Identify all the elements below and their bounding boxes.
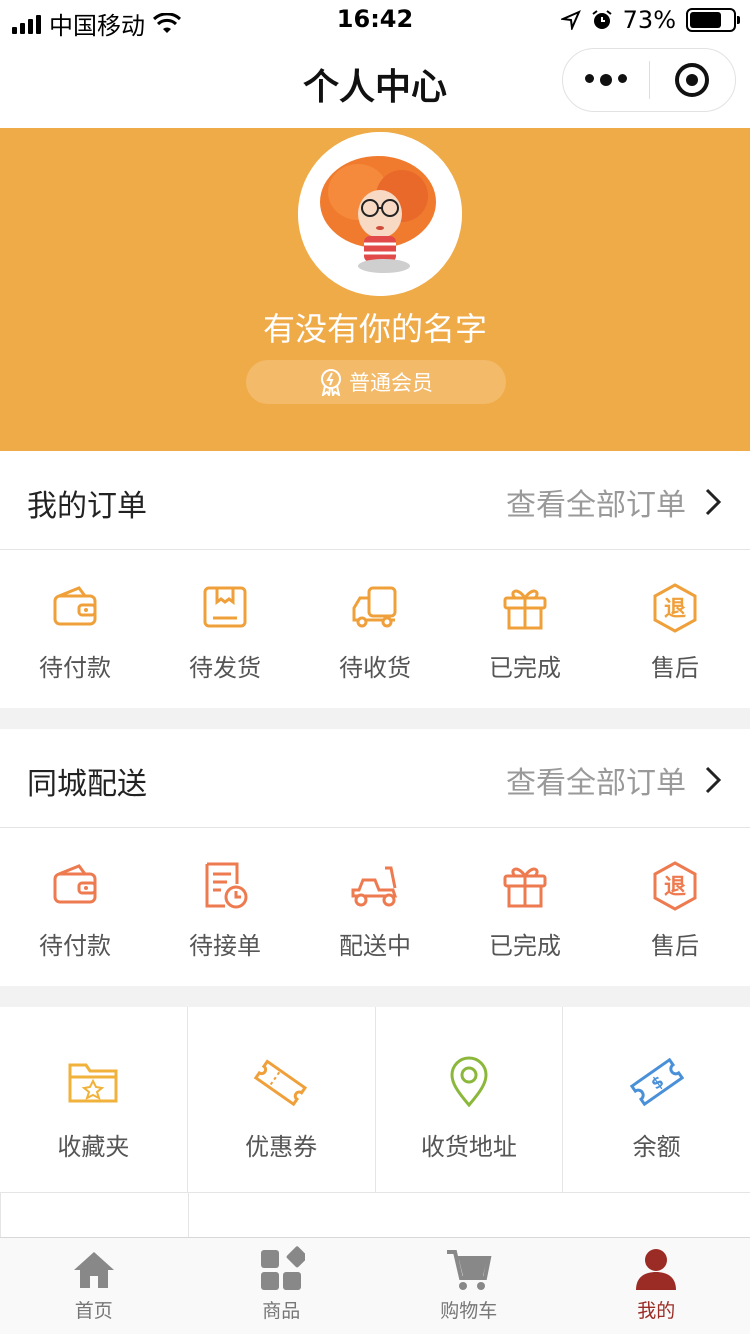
favorites-entry[interactable]: 收藏夹 [0, 1007, 188, 1192]
alarm-icon [592, 10, 612, 29]
service-label: 收藏夹 [57, 1133, 130, 1161]
user-icon [636, 1249, 677, 1290]
service-label: 优惠券 [245, 1133, 318, 1161]
target-icon [675, 63, 710, 97]
status-label: 待付款 [39, 932, 111, 960]
products-icon [261, 1246, 306, 1290]
medal-icon [321, 369, 341, 396]
chevron-right-icon [705, 766, 722, 794]
avatar[interactable] [298, 132, 462, 296]
tab-label: 购物车 [440, 1300, 498, 1322]
local-delivery-section: 同城配送 查看全部订单 待付款 待接单 配送中 已完成 退 售后 [0, 729, 750, 986]
order-pending-payment[interactable]: 待付款 [0, 550, 150, 708]
tab-home[interactable]: 首页 [0, 1238, 188, 1334]
service-label: 收货地址 [420, 1133, 517, 1161]
my-orders-section: 我的订单 查看全部订单 待付款 待发货 待收货 已完成 退 售后 [0, 451, 750, 708]
view-all-orders-link[interactable]: 查看全部订单 [506, 480, 722, 524]
delivery-pending-accept[interactable]: 待接单 [150, 828, 300, 986]
services-row-2 [0, 1193, 750, 1237]
order-after-sales[interactable]: 退 售后 [600, 550, 750, 708]
location-arrow-icon [560, 10, 581, 30]
package-icon [203, 586, 247, 628]
local-delivery-title: 同城配送 [27, 767, 147, 802]
view-all-delivery-orders-link[interactable]: 查看全部订单 [506, 758, 722, 802]
order-status-row: 待付款 待发货 待收货 已完成 退 售后 [0, 550, 750, 708]
coupons-entry[interactable]: 优惠券 [188, 1007, 376, 1192]
status-label: 待收货 [339, 654, 411, 682]
delivery-in-progress[interactable]: 配送中 [300, 828, 450, 986]
delivery-status-row: 待付款 待接单 配送中 已完成 退 售后 [0, 828, 750, 986]
status-label: 已完成 [489, 932, 561, 960]
avatar-illustration [298, 132, 462, 296]
shipping-address-entry[interactable]: 收货地址 [376, 1007, 564, 1192]
service-label: 余额 [632, 1133, 681, 1161]
favorites-folder-icon [68, 1063, 118, 1103]
view-all-orders-label: 查看全部订单 [506, 488, 686, 523]
delivery-after-sales[interactable]: 退 售后 [600, 828, 750, 986]
services-grid: 收藏夹 优惠券 收货地址 $ 余额 [0, 1007, 750, 1237]
tab-label: 商品 [262, 1300, 301, 1322]
scooter-icon [351, 866, 398, 907]
tab-bar: 首页 商品 购物车 我的 [0, 1237, 750, 1334]
location-pin-icon [450, 1056, 488, 1108]
gift-icon [503, 589, 547, 630]
status-label: 售后 [651, 654, 699, 682]
cart-icon [446, 1250, 492, 1290]
status-bar: 中国移动 16:42 73% [0, 0, 750, 40]
status-right: 73% [560, 6, 740, 34]
nav-bar: 个人中心 [0, 40, 750, 128]
local-delivery-header: 同城配送 查看全部订单 [0, 729, 750, 828]
order-completed[interactable]: 已完成 [450, 550, 600, 708]
services-row: 收藏夹 优惠券 收货地址 $ 余额 [0, 1007, 750, 1193]
member-level-badge[interactable]: 普通会员 [246, 360, 506, 404]
mini-program-capsule [562, 48, 736, 112]
home-icon [73, 1252, 114, 1288]
chevron-right-icon [705, 488, 722, 516]
receipt-clock-icon [205, 862, 248, 909]
refund-icon: 退 [653, 583, 697, 633]
wallet-icon [53, 586, 97, 626]
my-orders-title: 我的订单 [27, 489, 147, 524]
more-menu-button[interactable] [563, 74, 649, 86]
profile-header: 有没有你的名字 普通会员 [0, 128, 750, 451]
gift-icon [503, 867, 547, 908]
delivery-completed[interactable]: 已完成 [450, 828, 600, 986]
svg-text:退: 退 [664, 597, 686, 622]
tab-label: 我的 [637, 1300, 676, 1322]
truck-icon [352, 586, 397, 628]
status-label: 配送中 [339, 932, 411, 960]
empty-grid-cell [0, 1193, 189, 1237]
balance-entry[interactable]: $ 余额 [563, 1007, 750, 1192]
status-label: 待发货 [189, 654, 261, 682]
coupon-icon [254, 1059, 308, 1107]
tab-cart[interactable]: 购物车 [375, 1238, 563, 1334]
tab-products[interactable]: 商品 [188, 1238, 376, 1334]
wallet-icon [53, 864, 97, 904]
battery-icon [686, 8, 740, 32]
view-all-delivery-label: 查看全部订单 [506, 766, 686, 801]
status-label: 售后 [651, 932, 699, 960]
refund-icon: 退 [653, 861, 697, 911]
battery-fill [690, 12, 721, 28]
svg-text:退: 退 [664, 875, 686, 900]
tab-label: 首页 [74, 1300, 113, 1322]
member-level-label: 普通会员 [349, 371, 433, 395]
status-label: 待接单 [189, 932, 261, 960]
order-pending-receipt[interactable]: 待收货 [300, 550, 450, 708]
battery-percent: 73% [622, 6, 676, 34]
user-name: 有没有你的名字 [262, 310, 487, 348]
close-mini-program-button[interactable] [650, 62, 736, 98]
tab-mine[interactable]: 我的 [563, 1238, 750, 1334]
balance-icon: $ [629, 1057, 684, 1107]
my-orders-header: 我的订单 查看全部订单 [0, 451, 750, 550]
delivery-pending-payment[interactable]: 待付款 [0, 828, 150, 986]
status-label: 待付款 [39, 654, 111, 682]
status-label: 已完成 [489, 654, 561, 682]
order-pending-shipment[interactable]: 待发货 [150, 550, 300, 708]
